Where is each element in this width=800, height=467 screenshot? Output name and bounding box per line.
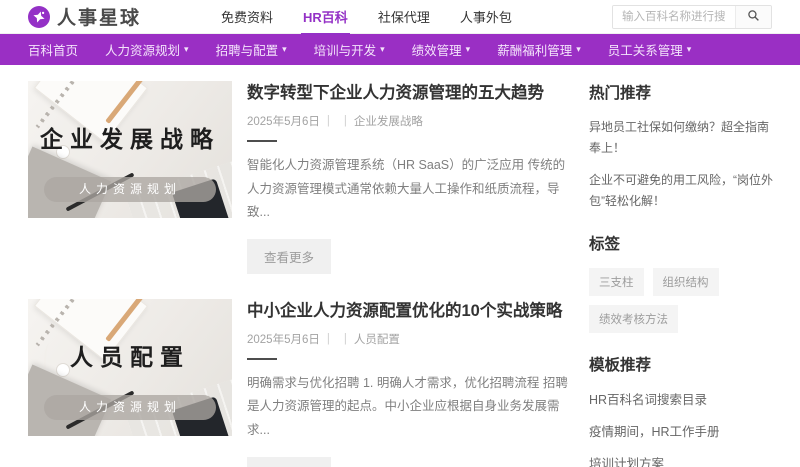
article-meta: 2025年5月6日 | | 企业发展战略 (247, 113, 569, 129)
template-link[interactable]: 疫情期间，HR工作手册 (589, 421, 775, 440)
template-recommendations-section: 模板推荐 HR百科名词搜索目录 疫情期间，HR工作手册 培训计划方案 劳动合同范… (589, 353, 775, 467)
tag-list: 三支柱 组织结构 绩效考核方法 (589, 268, 775, 333)
search-button[interactable] (735, 6, 771, 28)
hot-recommendations-section: 热门推荐 异地员工社保如何缴纳？超全指南奉上！ 企业不可避免的用工风险，“岗位外… (589, 81, 775, 212)
top-header: 人事星球 免费资料 HR百科 社保代理 人事外包 (0, 0, 800, 34)
tag-pill[interactable]: 三支柱 (589, 268, 644, 296)
nav-item-free-materials[interactable]: 免费资料 (219, 0, 275, 35)
read-more-button[interactable]: 查看更多 (247, 457, 331, 467)
article-date: 2025年5月6日 (247, 331, 320, 347)
article-card: 人员配置 人力资源规划 中小企业人力资源配置优化的10个实战策略 2025年5月… (28, 299, 569, 467)
catnav-item-training[interactable]: 培训与开发▾ (314, 40, 385, 59)
tags-section: 标签 三支柱 组织结构 绩效考核方法 (589, 232, 775, 333)
catnav-label: 招聘与配置 (216, 40, 279, 59)
template-link[interactable]: 培训计划方案 (589, 453, 775, 467)
article-meta: 2025年5月6日 | | 人员配置 (247, 331, 569, 347)
article-card: 企业发展战略 人力资源规划 数字转型下企业人力资源管理的五大趋势 2025年5月… (28, 81, 569, 274)
catnav-item-recruiting[interactable]: 招聘与配置▾ (216, 40, 287, 59)
sidebar: 热门推荐 异地员工社保如何缴纳？超全指南奉上！ 企业不可避免的用工风险，“岗位外… (589, 81, 775, 467)
chevron-down-icon: ▾ (380, 45, 385, 54)
chevron-down-icon: ▾ (576, 45, 581, 54)
meta-separator: | (327, 333, 330, 345)
thumbnail-caption: 企业发展战略 (28, 120, 232, 154)
section-title: 热门推荐 (589, 81, 775, 103)
logo-star-icon (28, 6, 50, 28)
chevron-down-icon: ▾ (687, 45, 692, 54)
section-title: 标签 (589, 232, 775, 254)
category-nav: 百科首页 人力资源规划▾ 招聘与配置▾ 培训与开发▾ 绩效管理▾ 薪酬福利管理▾… (0, 34, 800, 65)
meta-separator: | (344, 333, 347, 345)
search-icon (747, 9, 760, 25)
tag-pill[interactable]: 组织结构 (653, 268, 719, 296)
read-more-button[interactable]: 查看更多 (247, 239, 331, 274)
article-category-link[interactable]: 人员配置 (354, 331, 400, 347)
divider (247, 140, 277, 142)
catnav-label: 人力资源规划 (105, 40, 180, 59)
article-list: 企业发展战略 人力资源规划 数字转型下企业人力资源管理的五大趋势 2025年5月… (28, 81, 569, 467)
chevron-down-icon: ▾ (184, 45, 189, 54)
chevron-down-icon: ▾ (466, 45, 471, 54)
logo-text: 人事星球 (57, 3, 141, 30)
catnav-item-hr-planning[interactable]: 人力资源规划 ▾ (105, 40, 189, 59)
meta-separator: | (327, 115, 330, 127)
article-excerpt: 智能化人力资源管理系统（HR SaaS）的广泛应用 传统的人力资源管理模式通常依… (247, 154, 569, 223)
article-title[interactable]: 中小企业人力资源配置优化的10个实战策略 (247, 301, 569, 322)
thumbnail-badge: 人力资源规划 (44, 395, 215, 420)
catnav-item-compensation[interactable]: 薪酬福利管理 ▾ (497, 40, 581, 59)
divider (247, 358, 277, 360)
nav-item-hr-outsourcing[interactable]: 人事外包 (458, 0, 514, 35)
catnav-label: 薪酬福利管理 (497, 40, 572, 59)
article-title[interactable]: 数字转型下企业人力资源管理的五大趋势 (247, 83, 569, 104)
nav-item-social-insurance[interactable]: 社保代理 (376, 0, 432, 35)
article-date: 2025年5月6日 (247, 113, 320, 129)
hot-item-link[interactable]: 企业不可避免的用工风险，“岗位外包”轻松化解！ (589, 170, 775, 212)
hot-item-link[interactable]: 异地员工社保如何缴纳？超全指南奉上！ (589, 117, 775, 159)
template-link[interactable]: HR百科名词搜索目录 (589, 389, 775, 408)
article-thumbnail[interactable]: 企业发展战略 人力资源规划 (28, 81, 232, 218)
search-box (612, 5, 772, 29)
article-category-link[interactable]: 企业发展战略 (354, 113, 423, 129)
article-thumbnail[interactable]: 人员配置 人力资源规划 (28, 299, 232, 436)
catnav-item-home[interactable]: 百科首页 (28, 40, 78, 59)
catnav-item-employee-relations[interactable]: 员工关系管理 ▾ (608, 40, 692, 59)
tag-pill[interactable]: 绩效考核方法 (589, 305, 678, 333)
search-input[interactable] (613, 6, 735, 28)
article-excerpt: 明确需求与优化招聘 1. 明确人才需求，优化招聘流程 招聘是人力资源管理的起点。… (247, 372, 569, 441)
meta-separator: | (344, 115, 347, 127)
catnav-label: 培训与开发 (314, 40, 377, 59)
chevron-down-icon: ▾ (282, 45, 287, 54)
catnav-item-performance[interactable]: 绩效管理 ▾ (412, 40, 471, 59)
thumbnail-caption: 人员配置 (28, 338, 232, 372)
thumbnail-badge: 人力资源规划 (44, 177, 215, 202)
section-title: 模板推荐 (589, 353, 775, 375)
catnav-label: 员工关系管理 (608, 40, 683, 59)
catnav-label: 绩效管理 (412, 40, 462, 59)
logo[interactable]: 人事星球 (28, 3, 141, 30)
top-nav: 免费资料 HR百科 社保代理 人事外包 (219, 0, 514, 35)
nav-item-hr-wiki[interactable]: HR百科 (301, 0, 350, 35)
catnav-label: 百科首页 (28, 40, 78, 59)
